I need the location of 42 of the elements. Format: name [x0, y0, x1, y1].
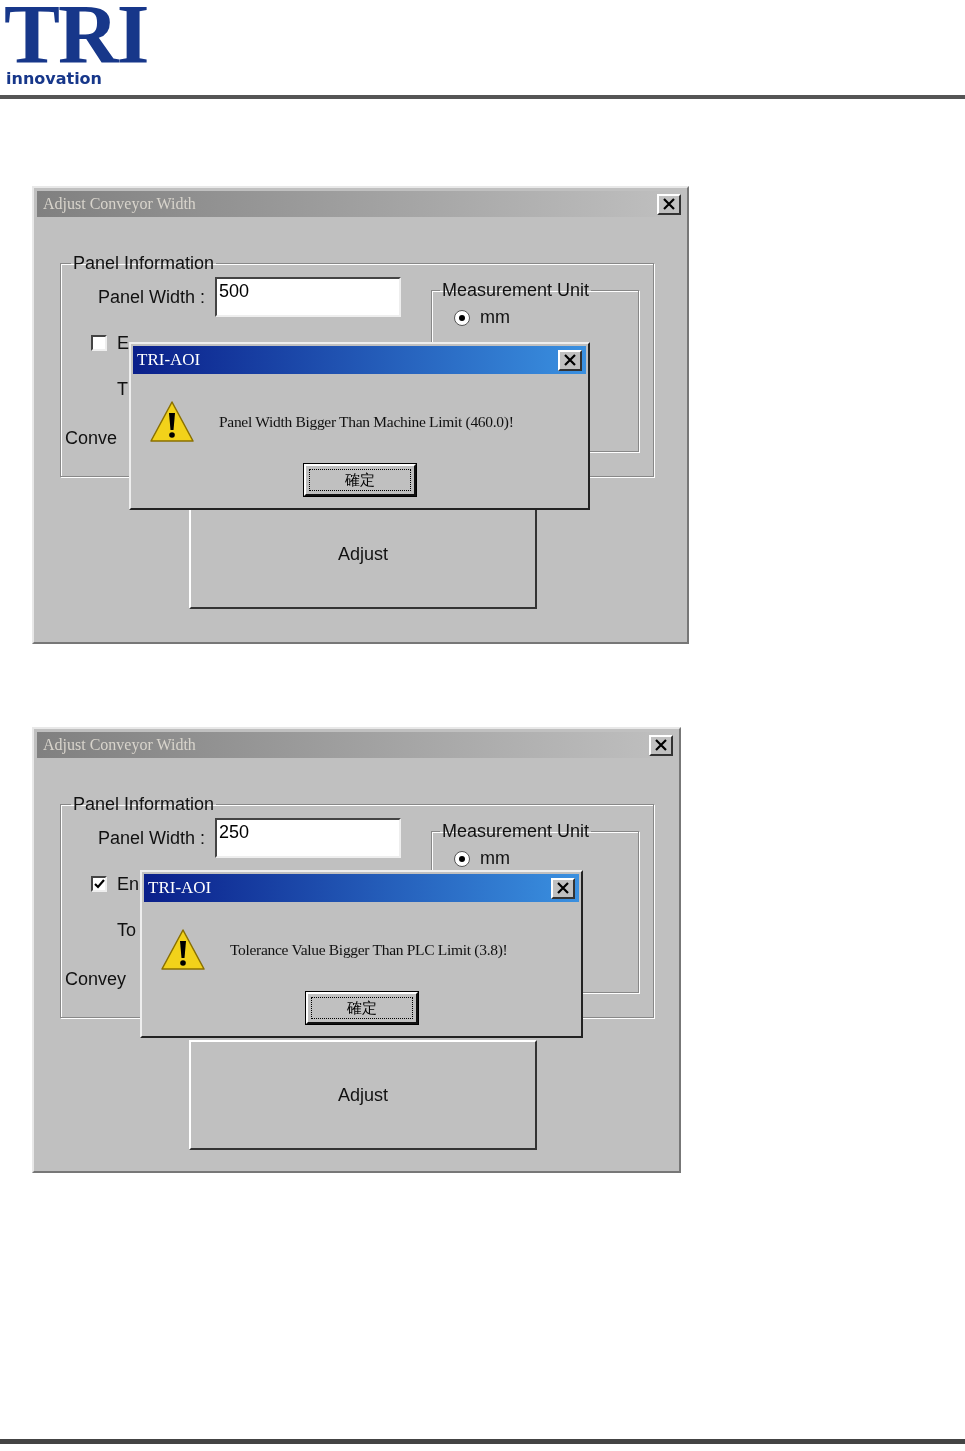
adjust-button[interactable]: Adjust — [189, 1040, 537, 1150]
group-title: Panel Information — [72, 253, 216, 274]
close-button[interactable] — [649, 734, 673, 756]
field-label: Conve — [65, 427, 118, 449]
radio-label: mm — [480, 848, 510, 869]
checkbox[interactable] — [91, 876, 107, 892]
message-text: Tolerance Value Bigger Than PLC Limit (3.8)! — [230, 941, 508, 959]
ok-button[interactable]: 確定 — [303, 464, 416, 496]
group-title: Measurement Unit — [441, 280, 591, 301]
warning-icon — [149, 399, 195, 445]
warning-icon — [160, 927, 206, 973]
checkbox-label: E — [117, 332, 129, 354]
dialog-title: TRI-AOI — [148, 878, 212, 898]
input-field[interactable]: 500 — [215, 277, 402, 317]
logo-subtext: innovation — [6, 70, 102, 88]
field-label: T — [117, 378, 128, 400]
group-title: Measurement Unit — [441, 821, 591, 842]
close-icon — [654, 738, 668, 752]
field-label: Convey — [65, 968, 127, 990]
radio-button[interactable] — [454, 850, 470, 867]
logo: TRI — [4, 0, 148, 70]
field-label: Panel Width : — [98, 286, 206, 308]
checkbox[interactable] — [91, 335, 107, 351]
ok-button[interactable]: 確定 — [305, 992, 418, 1024]
input-field[interactable]: 250 — [215, 818, 402, 858]
close-icon — [662, 197, 676, 211]
close-icon — [556, 881, 570, 895]
window-title: Adjust Conveyor Width — [43, 736, 196, 754]
radio-label: mm — [480, 307, 510, 328]
close-icon — [563, 353, 577, 367]
close-button[interactable] — [551, 877, 575, 899]
dialog-title: TRI-AOI — [137, 350, 201, 370]
field-label: Panel Width : — [98, 827, 206, 849]
close-button[interactable] — [558, 349, 582, 371]
check-icon — [93, 879, 105, 889]
field-label: To — [117, 919, 136, 941]
window-title: Adjust Conveyor Width — [43, 195, 196, 213]
radio-button[interactable] — [454, 309, 470, 326]
checkbox-label: En — [117, 873, 140, 895]
group-title: Panel Information — [72, 794, 216, 815]
message-text: Panel Width Bigger Than Machine Limit (460.0)! — [219, 413, 514, 431]
close-button[interactable] — [657, 193, 681, 215]
